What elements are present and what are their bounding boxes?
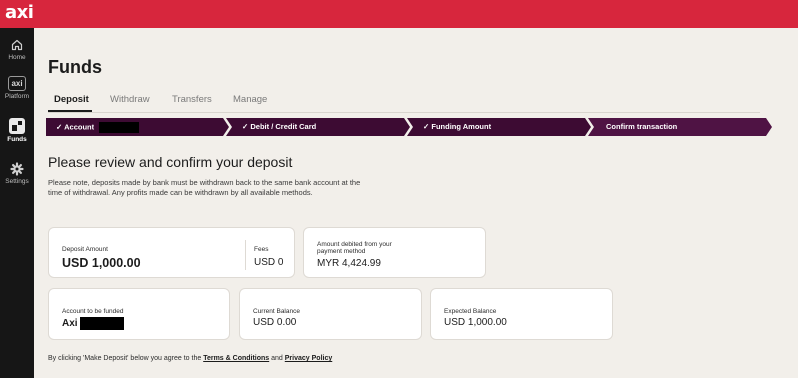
- sidebar-item-label: Platform: [4, 93, 30, 100]
- tab-deposit[interactable]: Deposit: [54, 94, 89, 105]
- axi-logo[interactable]: axi: [5, 2, 34, 23]
- progress-stepper: ✓ Account ✓ Debit / Credit Card ✓ Fundin…: [46, 118, 776, 136]
- sidebar-item-funds[interactable]: Funds: [0, 118, 34, 143]
- tab-withdraw[interactable]: Withdraw: [110, 94, 150, 105]
- expected-balance-value: USD 1,000.00: [444, 317, 507, 328]
- deposit-amount-value: USD 1,000.00: [62, 256, 141, 270]
- step-account[interactable]: ✓ Account: [56, 122, 140, 133]
- account-name: Axi: [62, 318, 78, 330]
- tab-manage[interactable]: Manage: [233, 94, 267, 105]
- account-to-be-funded-card: Account to be funded Axi: [48, 288, 230, 340]
- account-to-be-funded-value: Axi: [62, 317, 124, 330]
- sidebar: Home axi Platform Funds Settings: [0, 28, 34, 378]
- check-icon: ✓: [56, 122, 63, 132]
- tabs-divider: [48, 112, 760, 113]
- account-to-be-funded-label: Account to be funded: [62, 308, 124, 315]
- step-card[interactable]: ✓ Debit / Credit Card: [242, 122, 316, 131]
- step-amount[interactable]: ✓ Funding Amount: [423, 122, 491, 131]
- amount-debited-card: Amount debited from your payment method …: [303, 227, 486, 278]
- sidebar-item-label: Settings: [5, 178, 29, 185]
- sidebar-item-platform[interactable]: axi Platform: [0, 76, 34, 100]
- gear-icon: [10, 162, 24, 176]
- home-icon: [11, 39, 23, 51]
- agreement-middle: and: [269, 355, 285, 362]
- sidebar-item-label: Home: [8, 54, 26, 61]
- amount-debited-label-line2: payment method: [317, 248, 366, 255]
- redacted-account-number: [99, 122, 140, 133]
- card-divider: [245, 240, 246, 270]
- deposit-amount-card: Deposit Amount USD 1,000.00 Fees USD 0: [48, 227, 295, 278]
- agreement-text: By clicking 'Make Deposit' below you agr…: [48, 355, 332, 362]
- step-label: Confirm transaction: [606, 122, 678, 131]
- current-balance-value: USD 0.00: [253, 317, 297, 328]
- sidebar-item-settings[interactable]: Settings: [0, 162, 34, 185]
- check-icon: ✓: [423, 122, 430, 131]
- amount-debited-label: Amount debited from your: [317, 241, 392, 248]
- review-heading: Please review and confirm your deposit: [48, 154, 293, 170]
- page-title: Funds: [48, 57, 102, 77]
- step-label: Account: [64, 122, 95, 132]
- tab-transfers[interactable]: Transfers: [172, 94, 212, 105]
- deposit-amount-label: Deposit Amount: [62, 246, 108, 253]
- amount-debited-value: MYR 4,424.99: [317, 258, 381, 269]
- redacted-account-number: [79, 317, 124, 330]
- sidebar-item-label: Funds: [7, 136, 27, 143]
- check-icon: ✓: [242, 122, 249, 131]
- step-label: Debit / Credit Card: [250, 122, 317, 131]
- top-bar: axi: [0, 0, 798, 28]
- expected-balance-card: Expected Balance USD 1,000.00: [430, 288, 613, 340]
- step-label: Funding Amount: [431, 122, 492, 131]
- privacy-policy-link[interactable]: Privacy Policy: [285, 355, 332, 362]
- current-balance-label: Current Balance: [253, 308, 300, 315]
- axi-platform-icon: axi: [8, 76, 26, 91]
- current-balance-card: Current Balance USD 0.00: [239, 288, 422, 340]
- sidebar-item-home[interactable]: Home: [0, 38, 34, 61]
- expected-balance-label: Expected Balance: [444, 308, 497, 315]
- fees-value: USD 0: [254, 257, 284, 268]
- funds-icon: [9, 118, 25, 134]
- review-note: Please note, deposits made by bank must …: [48, 178, 361, 197]
- fees-label: Fees: [254, 246, 269, 253]
- terms-link[interactable]: Terms & Conditions: [203, 355, 269, 362]
- step-confirm: Confirm transaction: [606, 122, 677, 131]
- agreement-prefix: By clicking 'Make Deposit' below you agr…: [48, 355, 204, 362]
